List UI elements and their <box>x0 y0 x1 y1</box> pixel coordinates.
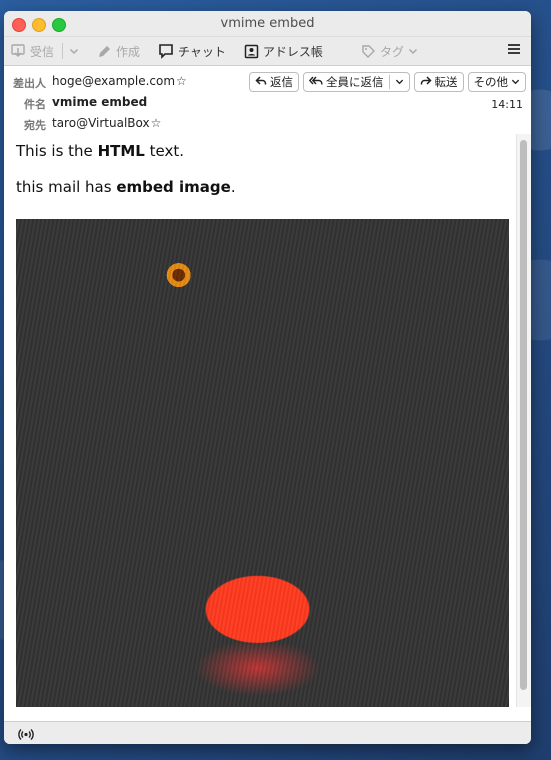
contact-card-icon <box>244 44 259 59</box>
message-body: This is the HTML text. this mail has emb… <box>4 134 531 707</box>
chevron-down-icon <box>511 75 520 89</box>
reply-all-icon <box>308 75 323 90</box>
reply-all-button[interactable]: 全員に返信 <box>303 72 410 92</box>
forward-button[interactable]: 転送 <box>413 72 464 92</box>
main-toolbar: 受信 作成 チャット アドレス帳 タグ <box>4 37 531 66</box>
to-value[interactable]: taro@VirtualBox☆ <box>52 116 161 130</box>
embedded-image-mandrill <box>16 219 509 707</box>
from-address[interactable]: hoge@example.com <box>52 74 175 88</box>
reply-button[interactable]: 返信 <box>249 72 299 92</box>
tag-button[interactable]: タグ <box>355 40 424 62</box>
text-run: this mail has <box>16 178 117 196</box>
bold-text: HTML <box>97 142 145 160</box>
compose-label: 作成 <box>116 44 141 59</box>
chat-label: チャット <box>178 44 226 59</box>
to-label: 宛先 <box>24 119 46 132</box>
chevron-down-icon[interactable] <box>395 75 404 89</box>
chat-bubble-icon <box>158 43 174 59</box>
message-content: This is the HTML text. this mail has emb… <box>16 140 510 212</box>
addressbook-button[interactable]: アドレス帳 <box>238 40 329 62</box>
text-run: This is the <box>16 142 98 160</box>
body-line-1: This is the HTML text. <box>16 140 510 162</box>
to-address[interactable]: taro@VirtualBox <box>52 116 150 130</box>
reply-all-label: 全員に返信 <box>326 75 384 89</box>
scrollbar-thumb[interactable] <box>520 140 527 690</box>
receive-button[interactable]: 受信 <box>4 40 60 62</box>
tag-icon <box>361 44 376 59</box>
status-bar <box>4 721 531 744</box>
star-icon[interactable]: ☆ <box>151 116 162 130</box>
tag-label: タグ <box>379 44 404 59</box>
text-run: . <box>230 178 236 196</box>
message-header: 差出人 hoge@example.com☆ 件名 vmime embed 宛先 … <box>4 66 531 139</box>
forward-label: 転送 <box>434 75 458 89</box>
more-button[interactable]: その他 <box>467 72 526 92</box>
star-icon[interactable]: ☆ <box>176 74 187 88</box>
app-menu-button[interactable] <box>507 42 521 59</box>
download-icon <box>10 43 26 59</box>
from-value[interactable]: hoge@example.com☆ <box>52 74 187 88</box>
compose-button[interactable]: 作成 <box>91 40 146 62</box>
subject-label: 件名 <box>24 98 46 111</box>
addressbook-label: アドレス帳 <box>262 44 323 59</box>
message-time: 14:11 <box>491 98 523 111</box>
hamburger-icon <box>507 44 521 59</box>
reply-icon <box>255 75 267 90</box>
reply-label: 返信 <box>270 75 293 89</box>
pencil-icon <box>97 44 112 59</box>
more-label: その他 <box>473 75 509 89</box>
toolbar-divider <box>62 43 64 59</box>
from-label: 差出人 <box>13 77 46 90</box>
receive-dropdown-button[interactable] <box>65 40 83 62</box>
title-bar: vmime embed <box>4 11 531 37</box>
chevron-down-icon <box>408 46 418 56</box>
receive-label: 受信 <box>30 44 55 59</box>
vertical-scrollbar[interactable] <box>516 134 531 707</box>
mail-window: vmime embed 受信 作成 チャット アドレス帳 タグ 差出人 hoge… <box>4 11 531 744</box>
window-title: vmime embed <box>220 16 315 31</box>
header-actions: 返信 全員に返信 転送 その他 <box>249 72 526 92</box>
button-divider <box>388 75 390 89</box>
body-line-2: this mail has embed image. <box>16 176 510 198</box>
chat-button[interactable]: チャット <box>152 40 232 62</box>
chevron-down-icon <box>69 46 79 56</box>
forward-icon <box>420 75 432 90</box>
bold-text: embed image <box>116 178 231 196</box>
text-run: text. <box>144 142 184 160</box>
subject-value: vmime embed <box>52 95 148 109</box>
wireless-icon[interactable] <box>18 726 34 744</box>
